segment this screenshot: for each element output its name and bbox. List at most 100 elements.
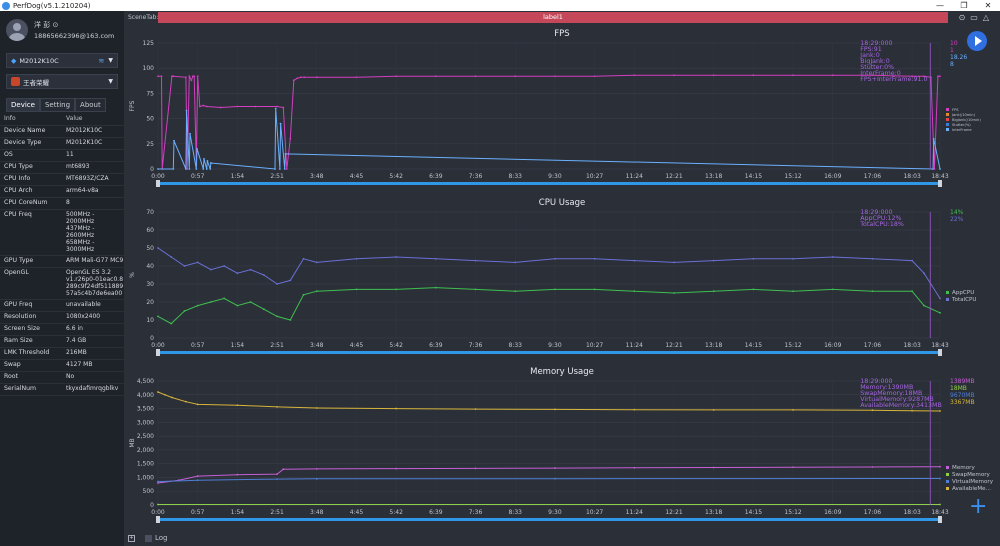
data-point xyxy=(554,257,556,260)
data-point xyxy=(219,106,222,109)
x-tick-label: 17:06 xyxy=(864,509,881,516)
close-icon[interactable]: ✕ xyxy=(976,1,1000,10)
log-checkbox[interactable] xyxy=(145,534,152,542)
info-value: No xyxy=(66,373,75,380)
data-point xyxy=(752,74,755,77)
y-tick-label: 75 xyxy=(146,90,154,97)
tab-device[interactable]: Device xyxy=(6,98,40,112)
y-tick-label: 2,000 xyxy=(137,447,154,454)
data-point xyxy=(302,293,305,296)
data-point xyxy=(157,315,159,318)
info-key: OS xyxy=(4,151,13,158)
data-point xyxy=(633,259,636,262)
slider-handle-left xyxy=(156,180,160,187)
data-point xyxy=(939,168,941,170)
data-point xyxy=(554,288,556,291)
x-tick-label: 5:42 xyxy=(389,173,403,180)
slider-handle-left xyxy=(156,516,160,523)
data-point xyxy=(249,301,252,303)
y-tick-label: 50 xyxy=(146,116,154,123)
x-tick-label: 4:45 xyxy=(350,342,364,349)
maximize-icon[interactable]: ❐ xyxy=(952,1,976,10)
info-key: OpenGL xyxy=(4,269,29,276)
data-point xyxy=(157,503,159,506)
slider-handle-left xyxy=(156,349,160,356)
data-point xyxy=(189,132,191,135)
data-point xyxy=(792,409,794,411)
x-tick-label: 15:12 xyxy=(784,509,801,516)
time-range-slider xyxy=(158,182,940,185)
data-point xyxy=(157,480,159,483)
tab-setting[interactable]: Setting xyxy=(39,98,76,112)
data-point xyxy=(188,75,191,78)
legend-swatch xyxy=(946,466,949,469)
chart-title: Memory Usage xyxy=(530,367,594,377)
data-point xyxy=(939,477,941,480)
info-key: Root xyxy=(4,373,19,380)
data-point xyxy=(315,290,318,293)
data-point xyxy=(198,105,201,108)
data-point xyxy=(712,259,715,262)
user-name: 洋 彭 ⊙ xyxy=(34,21,59,29)
table-row: Swap 4127 MB xyxy=(0,360,124,372)
data-point xyxy=(474,75,477,78)
log-label: Log xyxy=(155,534,168,542)
data-point xyxy=(183,310,186,312)
play-button[interactable] xyxy=(967,31,987,51)
data-point xyxy=(831,74,834,77)
legend-label: Jank(/10min) xyxy=(951,113,976,117)
y-tick-label: 10 xyxy=(146,317,154,324)
slider-handle-right xyxy=(938,516,942,523)
x-tick-label: 16:09 xyxy=(824,173,841,180)
data-point xyxy=(633,466,636,469)
x-tick-label: 2:51 xyxy=(270,173,284,180)
tab-about[interactable]: About xyxy=(75,98,106,112)
minimize-icon[interactable]: — xyxy=(928,1,952,10)
location-pin-icon[interactable]: ⊙ xyxy=(956,13,968,22)
app-selector[interactable]: 王者荣耀 ▼ xyxy=(6,74,118,89)
y-tick-label: 4,500 xyxy=(137,378,154,385)
data-point xyxy=(395,288,398,291)
data-point xyxy=(554,467,556,469)
data-point xyxy=(474,408,477,411)
current-value: 10 xyxy=(950,40,958,47)
cursor-value: FPS+InterFrame:91.0 xyxy=(860,76,927,83)
y-tick-label: 1,000 xyxy=(137,474,154,481)
data-point xyxy=(792,290,794,293)
data-point xyxy=(236,473,239,476)
window-titlebar: PerfDog(v5.1.210204) — ❐ ✕ xyxy=(0,0,1000,11)
scene-label-bar[interactable]: label1 xyxy=(158,12,948,23)
data-point xyxy=(593,257,596,260)
info-value: 6.6 in xyxy=(66,325,83,332)
add-button[interactable]: + xyxy=(969,496,987,518)
y-tick-label: 0 xyxy=(150,166,154,173)
data-point xyxy=(289,319,292,321)
expand-icon[interactable]: + xyxy=(128,534,135,542)
data-point xyxy=(289,137,292,140)
legend-label: SwapMemory xyxy=(952,472,991,478)
y-tick-label: 30 xyxy=(146,281,154,288)
info-value: arm64-v8a xyxy=(66,187,99,194)
data-point xyxy=(939,311,941,314)
table-row: GPU Type ARM Mali-G77 MC9 xyxy=(0,256,124,268)
data-point xyxy=(673,292,675,294)
data-point xyxy=(395,467,398,470)
x-tick-label: 8:33 xyxy=(508,342,522,349)
data-point xyxy=(712,466,715,469)
x-tick-label: 4:45 xyxy=(350,173,364,180)
info-value: mt6893 xyxy=(66,163,90,170)
series-line-appcpu xyxy=(157,287,941,325)
data-point xyxy=(752,257,755,260)
x-tick-label: 1:54 xyxy=(231,509,245,516)
sidebar: 洋 彭 ⊙ 18865662396@163.com ◆ M2012K10C ≋ … xyxy=(0,11,124,546)
y-tick-label: 70 xyxy=(146,209,154,216)
avatar[interactable] xyxy=(6,19,28,41)
device-selector[interactable]: ◆ M2012K10C ≋ ▼ xyxy=(6,53,118,68)
cloud-upload-icon[interactable]: △ xyxy=(980,13,992,22)
data-point xyxy=(871,257,874,260)
user-box: 洋 彭 ⊙ 18865662396@163.com xyxy=(0,11,124,49)
y-axis-label: MB xyxy=(129,438,136,447)
y-tick-label: 3,500 xyxy=(137,406,154,413)
folder-icon[interactable]: ▭ xyxy=(968,13,980,22)
legend-label: FPS xyxy=(952,108,959,112)
